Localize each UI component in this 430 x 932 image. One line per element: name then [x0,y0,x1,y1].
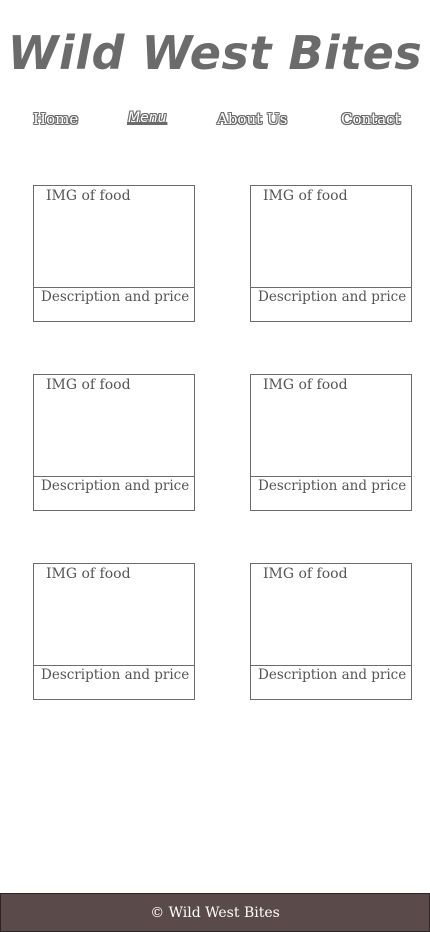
food-image-label: IMG of food [46,188,131,204]
nav-home-link[interactable]: Home [33,110,78,128]
menu-item-card[interactable]: IMG of food Description and price [33,374,195,511]
menu-item-card[interactable]: IMG of food Description and price [33,185,195,322]
food-image-label: IMG of food [46,377,131,393]
food-description: Description and price [41,667,190,683]
food-image-placeholder: IMG of food [34,375,194,477]
food-image-placeholder: IMG of food [34,186,194,288]
food-image-placeholder: IMG of food [34,564,194,666]
menu-item-card[interactable]: IMG of food Description and price [250,374,412,511]
food-image-placeholder: IMG of food [251,564,411,666]
food-image-placeholder: IMG of food [251,375,411,477]
main-nav: Home Menu About Us Contact [0,110,430,134]
food-description: Description and price [258,478,407,494]
food-description: Description and price [41,478,190,494]
food-image-label: IMG of food [263,188,348,204]
nav-about-link[interactable]: About Us [217,110,287,128]
menu-item-card[interactable]: IMG of food Description and price [33,563,195,700]
food-image-placeholder: IMG of food [251,186,411,288]
food-image-label: IMG of food [263,566,348,582]
nav-menu-link[interactable]: Menu [128,110,166,126]
food-description: Description and price [41,289,190,305]
food-description: Description and price [258,289,407,305]
menu-item-card[interactable]: IMG of food Description and price [250,563,412,700]
site-title: Wild West Bites [7,26,423,80]
footer-copyright: © Wild West Bites [150,905,280,921]
food-image-label: IMG of food [46,566,131,582]
food-image-label: IMG of food [263,377,348,393]
menu-item-card[interactable]: IMG of food Description and price [250,185,412,322]
nav-contact-link[interactable]: Contact [341,110,401,128]
food-description: Description and price [258,667,407,683]
site-footer: © Wild West Bites [0,893,430,932]
